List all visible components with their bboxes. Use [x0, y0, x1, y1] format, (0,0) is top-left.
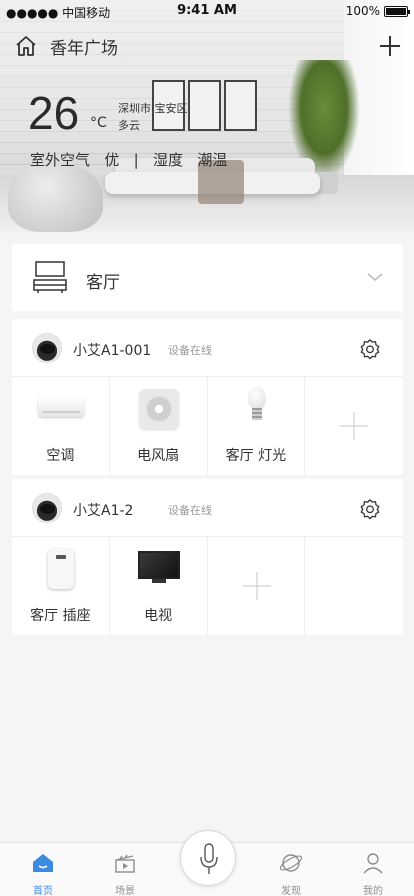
app-root: ●●●●● 中国移动 9:41 AM 100% 香年广场 26 °C 深圳市·宝…: [0, 0, 414, 896]
robot-avatar: [32, 493, 62, 523]
hub-name: 小艾A1-2: [73, 503, 134, 519]
add-device-plus-icon: [242, 572, 271, 600]
hub-status: 设备在线: [168, 504, 212, 517]
tab-profile[interactable]: 我的: [332, 843, 414, 896]
tv-cabinet-icon: [33, 261, 67, 293]
robot-avatar: [32, 333, 62, 363]
device-label: 客厅 灯光: [225, 448, 287, 464]
tab-label: 我的: [363, 886, 383, 896]
battery-icon: [384, 5, 410, 17]
air-label: 室外空气: [30, 151, 91, 169]
hub-header: 小艾A1-2 设备在线: [12, 479, 403, 537]
battery-status: 100%: [345, 4, 410, 18]
room-selector[interactable]: 客厅: [12, 244, 403, 311]
air-quality-row: 室外空气 优 | 湿度 潮温: [30, 149, 227, 170]
tab-label: 场景: [115, 886, 135, 896]
hub-name: 小艾A1-001: [73, 343, 152, 359]
chevron-down-icon[interactable]: [367, 271, 383, 283]
add-device-tile[interactable]: [208, 537, 306, 635]
clapperboard-icon: [115, 854, 135, 873]
hub-status: 设备在线: [168, 344, 212, 357]
humidity-label: 湿度: [153, 151, 184, 169]
plus-icon[interactable]: [378, 34, 402, 58]
temperature-unit: °C: [90, 115, 107, 131]
voice-button[interactable]: [180, 830, 236, 886]
device-label: 客厅 插座: [30, 608, 91, 624]
gear-icon[interactable]: [359, 498, 381, 520]
tab-discover[interactable]: 发现: [250, 843, 332, 896]
device-label: 电风扇: [137, 448, 180, 464]
light-bulb-image: [247, 387, 266, 409]
device-label: 空调: [46, 448, 75, 464]
tab-scenes[interactable]: 场景: [84, 843, 166, 896]
hero-header: 香年广场: [0, 30, 414, 62]
battery-percent: 100%: [345, 4, 380, 18]
device-tile[interactable]: 电视: [110, 537, 208, 635]
device-grid: 空调 电风扇 客厅 灯光: [12, 377, 403, 475]
hub-card: 小艾A1-001 设备在线 空调 电风扇 客厅 灯光: [12, 319, 403, 475]
planet-icon: [279, 854, 303, 872]
device-tile[interactable]: 客厅 灯光: [208, 377, 306, 475]
location-title[interactable]: 香年广场: [50, 34, 118, 59]
hero-banner: ●●●●● 中国移动 9:41 AM 100% 香年广场 26 °C 深圳市·宝…: [0, 0, 414, 233]
tab-label: 首页: [33, 886, 53, 896]
microphone-icon: [200, 843, 218, 874]
user-icon: [363, 853, 383, 874]
device-label: 电视: [144, 608, 173, 624]
device-grid: 客厅 插座 电视: [12, 537, 403, 635]
tv-stand: [151, 579, 166, 583]
home-outline-icon[interactable]: [14, 34, 38, 58]
device-tile[interactable]: 空调: [12, 377, 110, 475]
tab-home[interactable]: 首页: [2, 843, 84, 896]
beanbag-image: [8, 162, 103, 232]
temperature-value: 26: [28, 87, 80, 139]
add-device-plus-icon: [340, 412, 369, 440]
separator: |: [133, 151, 139, 169]
home-icon: [33, 854, 53, 872]
city-label: 深圳市·宝安区: [118, 102, 188, 115]
hub-header: 小艾A1-001 设备在线: [12, 319, 403, 377]
gear-icon[interactable]: [359, 338, 381, 360]
room-name: 客厅: [86, 273, 120, 293]
weather-condition: 多云: [118, 119, 140, 132]
air-conditioner-image: [38, 397, 84, 417]
hub-card: 小艾A1-2 设备在线 客厅 插座 电视: [12, 479, 403, 635]
add-device-tile[interactable]: [305, 377, 403, 475]
wall-frame: [188, 80, 221, 131]
fan-image: [138, 389, 179, 429]
wall-frame: [224, 80, 257, 131]
device-tile[interactable]: 电风扇: [110, 377, 208, 475]
smart-plug-image: [48, 549, 74, 589]
empty-tile: [305, 537, 403, 635]
air-value: 优: [104, 151, 120, 169]
device-tile[interactable]: 客厅 插座: [12, 537, 110, 635]
status-bar: ●●●●● 中国移动 9:41 AM 100%: [0, 0, 414, 22]
bulb-base: [251, 408, 262, 420]
temp-label: 潮温: [197, 151, 228, 169]
tab-label: 发现: [281, 886, 301, 896]
television-image: [137, 551, 180, 579]
